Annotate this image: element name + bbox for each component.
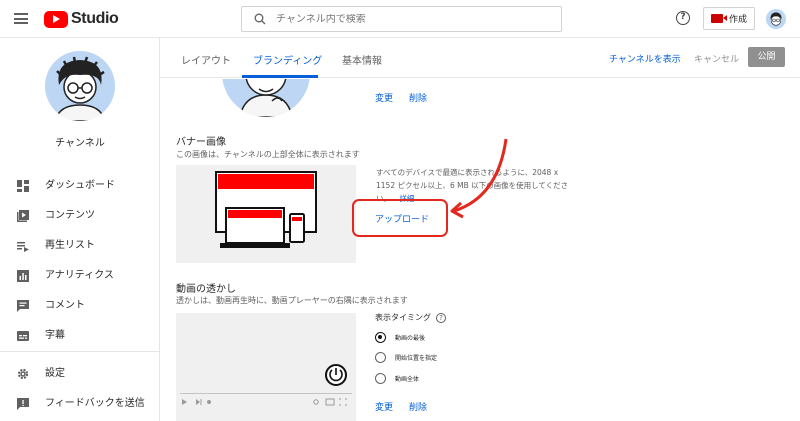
avatar-face-icon — [770, 12, 782, 26]
avatar-face-icon — [54, 56, 106, 121]
help-icon[interactable]: ? — [676, 11, 690, 25]
watermark-section-description: 透かしは、動画再生時に、動画プレーヤーの右隅に表示されます — [176, 296, 408, 305]
sidebar-item-playlists[interactable]: 再生リスト — [0, 229, 160, 257]
camera-icon — [710, 14, 727, 23]
sidebar-item-subtitles[interactable]: 字幕 — [0, 319, 160, 347]
help-icon[interactable]: ? — [436, 313, 446, 323]
tab-branding[interactable]: ブランディング — [253, 52, 322, 67]
watermark-section-title: 動画の透かし — [176, 284, 236, 295]
logo-text: Studio — [71, 10, 119, 27]
settings-icon — [17, 365, 29, 380]
sidebar-item-feedback[interactable]: フィードバックを送信 — [0, 387, 160, 415]
video-player-mock-icon — [180, 364, 352, 406]
radio-button[interactable] — [375, 373, 386, 384]
radio-label: 動画の最後 — [395, 335, 426, 342]
sidebar-item-label: フィードバックを送信 — [45, 397, 145, 409]
cancel-button[interactable]: キャンセル — [694, 52, 739, 65]
search-input[interactable] — [276, 13, 546, 25]
sidebar-divider — [0, 351, 160, 352]
channel-name: チャンネル — [55, 138, 105, 149]
customization-tabs: レイアウト ブランディング 基本情報 チャンネルを表示 キャンセル 公開 — [160, 38, 800, 78]
radio-custom-start[interactable]: 開始位置を指定 — [375, 352, 437, 363]
account-avatar[interactable] — [766, 9, 786, 29]
top-bar: Studio ? 作成 — [0, 0, 800, 38]
radio-button[interactable] — [375, 332, 386, 343]
create-button[interactable]: 作成 — [703, 7, 755, 30]
sidebar-item-label: コンテンツ — [45, 209, 95, 221]
branding-content: 変更 削除 バナー画像 この画像は、チャンネルの上部全体に表示されます すべての… — [160, 79, 800, 421]
sidebar-item-label: コメント — [45, 299, 85, 311]
comment-icon — [17, 297, 29, 312]
dashboard-icon — [17, 177, 29, 192]
radio-button[interactable] — [375, 352, 386, 363]
sidebar: チャンネル ダッシュボード コンテンツ 再生リスト アナリティクス コメント 字 — [0, 38, 160, 421]
radio-label: 開始位置を指定 — [395, 355, 438, 362]
sidebar-item-analytics[interactable]: アナリティクス — [0, 259, 160, 287]
search-icon — [254, 13, 266, 25]
sidebar-item-label: 設定 — [45, 367, 65, 379]
search-box[interactable] — [241, 6, 562, 32]
sidebar-item-label: 字幕 — [45, 329, 65, 341]
create-label: 作成 — [728, 15, 747, 25]
view-channel-link[interactable]: チャンネルを表示 — [609, 52, 681, 65]
sidebar-item-label: アナリティクス — [45, 269, 114, 281]
sidebar-item-label: ダッシュボード — [45, 179, 115, 191]
upload-button[interactable]: アップロード — [375, 212, 429, 225]
sidebar-item-label: 再生リスト — [45, 239, 95, 251]
content-icon — [17, 207, 29, 222]
tab-layout[interactable]: レイアウト — [181, 52, 231, 67]
radio-label: 動画全体 — [395, 376, 420, 383]
studio-logo[interactable]: Studio — [44, 10, 119, 28]
analytics-icon — [17, 267, 29, 282]
youtube-play-icon — [44, 10, 68, 28]
watermark-change-link[interactable]: 変更 — [375, 400, 393, 413]
publish-button[interactable]: 公開 — [748, 47, 785, 67]
watermark-delete-link[interactable]: 削除 — [409, 400, 427, 413]
active-tab-indicator — [242, 75, 318, 78]
tab-basic-info[interactable]: 基本情報 — [342, 52, 382, 67]
menu-icon[interactable] — [14, 13, 28, 24]
sidebar-item-dashboard[interactable]: ダッシュボード — [0, 169, 160, 197]
timing-label: 表示タイミング — [375, 313, 431, 322]
sidebar-item-settings[interactable]: 設定 — [0, 357, 160, 385]
video-player-preview — [176, 313, 356, 421]
subtitles-icon — [17, 327, 29, 341]
sidebar-item-content[interactable]: コンテンツ — [0, 199, 160, 227]
radio-end-of-video[interactable]: 動画の最後 — [375, 332, 425, 343]
radio-entire-video[interactable]: 動画全体 — [375, 373, 419, 384]
feedback-icon — [17, 395, 29, 410]
playlist-icon — [17, 237, 29, 252]
channel-avatar[interactable] — [45, 51, 115, 121]
sidebar-item-comments[interactable]: コメント — [0, 289, 160, 317]
